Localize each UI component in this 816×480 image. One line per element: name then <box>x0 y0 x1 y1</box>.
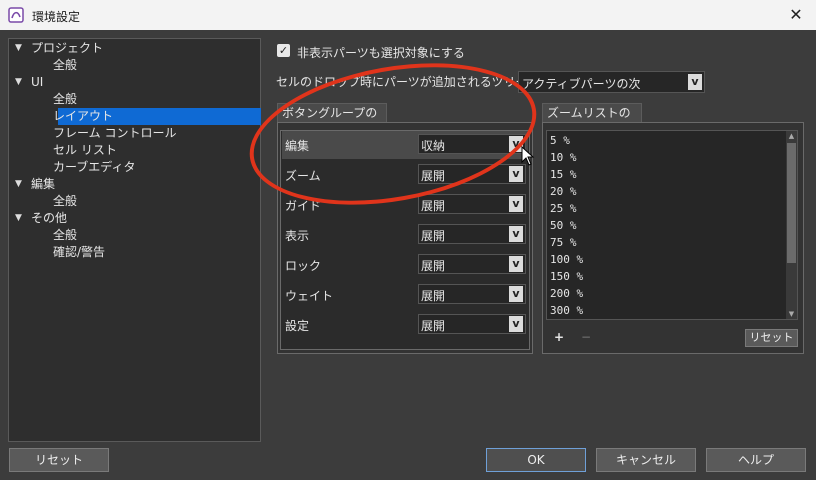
row-select[interactable]: 展開 v <box>418 314 526 334</box>
ok-button[interactable]: OK <box>486 448 586 472</box>
scroll-up-icon[interactable]: ▲ <box>786 131 797 141</box>
tree-item-other-confirm-warning[interactable]: 確認/警告 <box>53 244 105 261</box>
row-label: ロック <box>285 259 322 273</box>
tree-item-project-general[interactable]: 全般 <box>53 57 77 74</box>
chevron-down-icon[interactable]: v <box>509 286 523 302</box>
remove-icon[interactable]: − <box>581 330 591 344</box>
window-title: 環境設定 <box>32 10 81 24</box>
button-group-row[interactable]: 表示 展開 v <box>282 221 528 249</box>
chevron-down-icon[interactable]: v <box>688 74 702 90</box>
row-select[interactable]: 展開 v <box>418 254 526 274</box>
list-item[interactable]: 150 % <box>550 268 583 285</box>
button-group-row[interactable]: ロック 展開 v <box>282 251 528 279</box>
zoom-list[interactable]: 5 % 10 % 15 % 20 % 25 % 50 % 75 % 100 % … <box>546 130 798 320</box>
row-label: 表示 <box>285 229 310 243</box>
checkmark-icon[interactable]: ✓ <box>277 44 290 57</box>
zoom-list-scrollbar[interactable]: ▲ ▼ <box>786 131 797 319</box>
list-item[interactable]: 15 % <box>550 166 577 183</box>
chevron-down-icon[interactable]: v <box>509 166 523 182</box>
expand-arrow-icon[interactable]: ▼ <box>15 40 22 57</box>
row-value: 展開 <box>421 259 446 273</box>
title-bar: 環境設定 ✕ <box>0 0 816 30</box>
expand-arrow-icon[interactable]: ▼ <box>15 210 22 227</box>
list-item[interactable]: 200 % <box>550 285 583 302</box>
list-item[interactable]: 25 % <box>550 200 577 217</box>
row-select[interactable]: 展開 v <box>418 284 526 304</box>
row-value: 展開 <box>421 199 446 213</box>
app-icon <box>8 7 24 23</box>
tree-item-ui[interactable]: UI <box>31 74 43 91</box>
chevron-down-icon[interactable]: v <box>509 256 523 272</box>
tree-item-ui-layout[interactable]: レイアウト <box>53 108 113 125</box>
row-select[interactable]: 展開 v <box>418 224 526 244</box>
tree-item-other[interactable]: その他 <box>31 210 67 227</box>
mouse-cursor-icon <box>521 146 535 166</box>
add-icon[interactable]: + <box>554 330 564 344</box>
placement-select[interactable]: アクティブパーツの次 v <box>518 71 705 93</box>
tree-item-ui-curve-editor[interactable]: カーブエディタ <box>53 159 135 176</box>
button-group-row[interactable]: ウェイト 展開 v <box>282 281 528 309</box>
chevron-down-icon[interactable]: v <box>509 196 523 212</box>
tree-item-ui-cell-list[interactable]: セル リスト <box>53 142 117 159</box>
expand-arrow-icon[interactable]: ▼ <box>15 74 22 91</box>
close-icon[interactable]: ✕ <box>776 0 816 30</box>
help-button[interactable]: ヘルプ <box>706 448 806 472</box>
button-group-row[interactable]: 設定 展開 v <box>282 311 528 339</box>
expand-arrow-icon[interactable]: ▼ <box>15 176 22 193</box>
zoom-list-title: ズームリストの設定 <box>542 103 642 138</box>
row-label: ウェイト <box>285 289 334 303</box>
scroll-down-icon[interactable]: ▼ <box>786 309 797 319</box>
list-item[interactable]: 50 % <box>550 217 577 234</box>
list-item[interactable]: 5 % <box>550 132 570 149</box>
row-value: 展開 <box>421 319 446 333</box>
list-item[interactable]: 20 % <box>550 183 577 200</box>
chevron-down-icon[interactable]: v <box>509 316 523 332</box>
zoom-reset-button[interactable]: リセット <box>745 329 798 347</box>
category-tree[interactable]: ▼ プロジェクト 全般 ▼ UI 全般 レイアウト フレーム コントロール セル… <box>8 38 261 442</box>
scrollbar-thumb[interactable] <box>787 143 796 263</box>
list-item[interactable]: 100 % <box>550 251 583 268</box>
tree-item-ui-frame-control[interactable]: フレーム コントロール <box>53 125 176 142</box>
row-select[interactable]: 展開 v <box>418 194 526 214</box>
tree-item-other-general[interactable]: 全般 <box>53 227 77 244</box>
list-item[interactable]: 75 % <box>550 234 577 251</box>
row-label: 設定 <box>285 319 310 333</box>
reset-button[interactable]: リセット <box>9 448 109 472</box>
row-value: 展開 <box>421 289 446 303</box>
tree-item-edit[interactable]: 編集 <box>31 176 55 193</box>
tree-item-edit-general[interactable]: 全般 <box>53 193 77 210</box>
hidden-parts-checkbox-label[interactable]: 非表示パーツも選択対象にする <box>297 44 465 61</box>
tree-item-ui-general[interactable]: 全般 <box>53 91 77 108</box>
chevron-down-icon[interactable]: v <box>509 226 523 242</box>
row-value: 展開 <box>421 229 446 243</box>
placement-value: アクティブパーツの次 <box>522 77 641 91</box>
list-item[interactable]: 10 % <box>550 149 577 166</box>
cancel-button[interactable]: キャンセル <box>596 448 696 472</box>
tree-item-project[interactable]: プロジェクト <box>31 40 103 57</box>
list-item[interactable]: 300 % <box>550 302 583 319</box>
